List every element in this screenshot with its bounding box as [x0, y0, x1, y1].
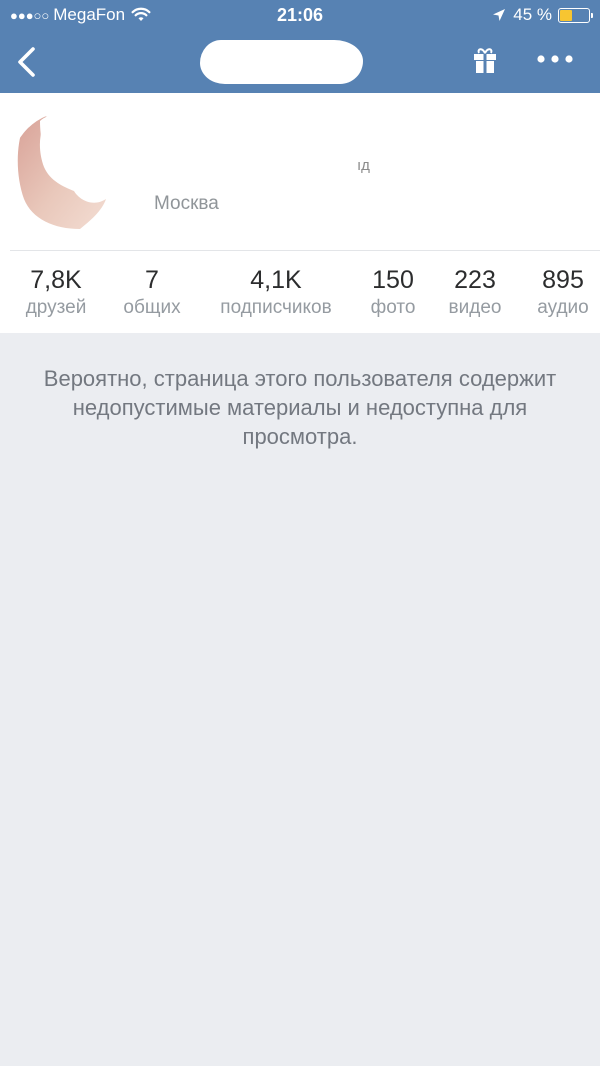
- stat-videos-label: видео: [448, 297, 502, 318]
- stat-friends-label: друзей: [25, 297, 87, 318]
- stat-followers-value: 4,1K: [250, 266, 302, 294]
- stat-videos-value: 223: [454, 266, 496, 294]
- profile-status-fragment: ıд: [357, 157, 370, 174]
- stat-photos[interactable]: 150 фото: [360, 265, 426, 321]
- profile-header: ıд Москва 7,8K друзей 7 общих 4,1K подпи…: [0, 93, 600, 333]
- top-bar: ●●●○○ MegaFon 21:06 45 %: [0, 0, 600, 93]
- avatar-image: [10, 111, 130, 231]
- navigation-row: [0, 32, 600, 93]
- more-button[interactable]: [535, 50, 575, 68]
- profile-city: Москва: [154, 193, 219, 214]
- chevron-left-icon: [18, 47, 35, 77]
- avatar[interactable]: [10, 111, 130, 231]
- gift-icon: [474, 48, 496, 73]
- gift-button[interactable]: [473, 47, 497, 75]
- stat-followers[interactable]: 4,1K подписчиков: [206, 265, 346, 321]
- back-button[interactable]: [14, 46, 42, 78]
- battery-nub: [591, 12, 593, 18]
- battery-icon: [558, 7, 593, 23]
- stat-photos-label: фото: [370, 297, 416, 318]
- stat-videos[interactable]: 223 видео: [438, 265, 512, 321]
- stat-mutual[interactable]: 7 общих: [114, 265, 190, 321]
- battery-percent: 45 %: [513, 5, 552, 24]
- stat-friends-value: 7,8K: [30, 266, 82, 294]
- status-right: 45 %: [492, 5, 593, 25]
- stat-mutual-value: 7: [145, 266, 159, 294]
- stat-friends[interactable]: 7,8K друзей: [14, 265, 98, 321]
- stat-audio[interactable]: 895 аудио: [526, 265, 600, 321]
- blocked-page-notice: Вероятно, страница этого пользователя со…: [43, 366, 557, 449]
- profile-name-redacted: [200, 40, 363, 84]
- battery-fill: [560, 9, 572, 21]
- stat-followers-label: подписчиков: [220, 297, 332, 318]
- stat-audio-label: аудио: [537, 297, 589, 318]
- more-dots-icon: [537, 55, 573, 63]
- stat-audio-value: 895: [542, 266, 584, 294]
- stat-photos-value: 150: [372, 266, 414, 294]
- status-bar: ●●●○○ MegaFon 21:06 45 %: [0, 0, 600, 32]
- stat-mutual-label: общих: [123, 297, 181, 318]
- divider: [10, 250, 600, 251]
- location-arrow-icon: [493, 9, 506, 21]
